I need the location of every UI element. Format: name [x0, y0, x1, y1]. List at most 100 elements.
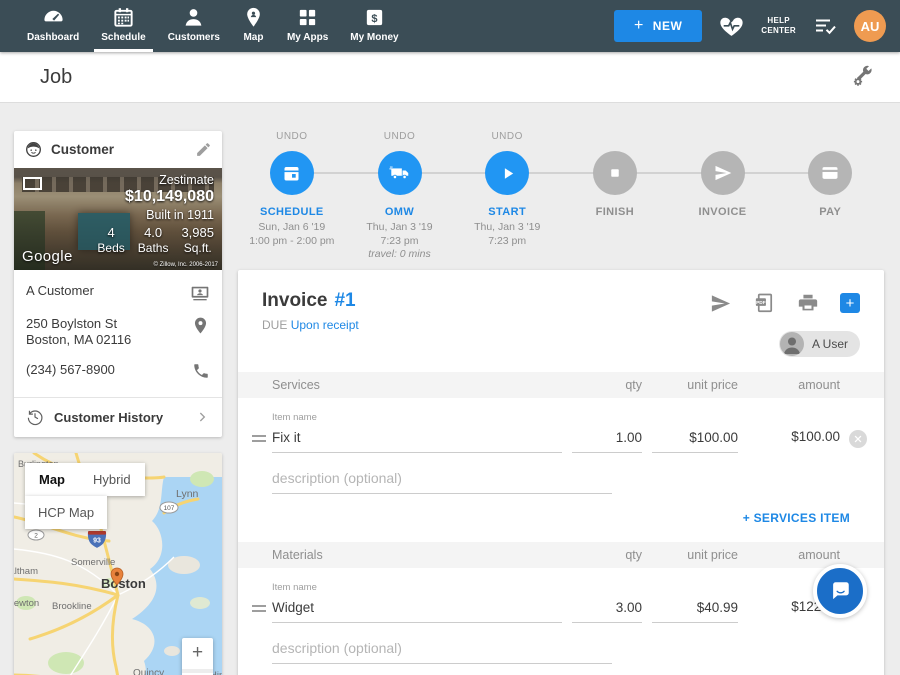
customer-history-row[interactable]: Customer History: [14, 397, 222, 437]
service-amount: $100.00: [748, 429, 840, 453]
timeline-step-pay: PAY: [776, 131, 884, 262]
remove-service-item-button[interactable]: [849, 430, 867, 448]
content-area: Customer Zestimate $10,149,080 Built in …: [0, 103, 900, 675]
step-time: 7:23 pm: [453, 235, 561, 249]
main-column: UNDO SCHEDULE Sun, Jan 6 '191:00 pm - 2:…: [238, 131, 884, 675]
nav-item-label: Schedule: [101, 32, 145, 43]
send-invoice-icon[interactable]: [709, 292, 732, 315]
hcp-map-button[interactable]: HCP Map: [25, 496, 107, 529]
add-invoice-button[interactable]: +: [840, 293, 860, 313]
undo-schedule-button[interactable]: UNDO: [238, 131, 346, 145]
nav-item-map[interactable]: Map: [231, 0, 276, 52]
location-pin-icon[interactable]: [191, 316, 210, 335]
nav-actions: +NEW HELP CENTER AU: [614, 0, 886, 52]
due-terms-link[interactable]: Upon receipt: [291, 318, 359, 332]
undo-start-button[interactable]: UNDO: [453, 131, 561, 145]
customer-card-header: Customer: [14, 131, 222, 168]
amount-column-header: amount: [748, 548, 840, 562]
nav-item-label: My Money: [350, 32, 398, 43]
drag-handle-icon[interactable]: [252, 605, 266, 612]
map-widget[interactable]: 2 93 107 Burlington Lynn Somerville Walt…: [14, 453, 222, 675]
item-name-label: Item name: [272, 582, 562, 593]
materials-description-row: [238, 623, 884, 664]
pdf-icon[interactable]: PDF: [753, 292, 776, 315]
add-services-item-link[interactable]: + SERVICES ITEM: [743, 511, 850, 525]
service-qty-input[interactable]: [572, 430, 642, 453]
material-unit-price-input[interactable]: [652, 600, 738, 623]
invoice-title: Invoice: [262, 290, 327, 312]
route-2-shield: 2: [28, 530, 44, 540]
nav-item-schedule[interactable]: Schedule: [90, 0, 156, 52]
zoom-out-button[interactable]: −: [182, 669, 213, 675]
service-description-input[interactable]: [272, 470, 612, 494]
customer-address-row: 250 Boylston St Boston, MA 02116: [26, 316, 210, 349]
sqft-label: Sq.ft.: [181, 241, 214, 255]
schedule-step-button[interactable]: [270, 151, 314, 195]
amount-column-header: amount: [748, 378, 840, 392]
nav-item-customers[interactable]: Customers: [157, 0, 231, 52]
edit-pencil-icon[interactable]: [195, 141, 212, 158]
chat-bubble-button[interactable]: [813, 564, 867, 618]
step-label: SCHEDULE: [238, 206, 346, 218]
truck-icon: [389, 162, 411, 184]
omw-step-button[interactable]: [378, 151, 422, 195]
customer-history-label: Customer History: [54, 410, 184, 425]
label-quincy: Quincy: [133, 668, 164, 675]
print-icon[interactable]: [797, 292, 819, 314]
property-photo[interactable]: Zestimate $10,149,080 Built in 1911 4Bed…: [14, 168, 222, 270]
checklist-icon[interactable]: [813, 14, 837, 38]
label-brookline: Brookline: [52, 601, 92, 612]
credit-card-icon-button[interactable]: [808, 151, 852, 195]
invoice-step-button[interactable]: [701, 151, 745, 195]
nav-item-my-money[interactable]: $ My Money: [339, 0, 409, 52]
google-watermark: Google: [22, 248, 73, 265]
built-year: Built in 1911: [97, 208, 214, 222]
services-description-row: [238, 453, 884, 494]
expand-photo-icon[interactable]: [23, 177, 42, 190]
start-step-button[interactable]: [485, 151, 529, 195]
material-description-input[interactable]: [272, 640, 612, 664]
service-unit-price-input[interactable]: [652, 430, 738, 453]
help-line1: HELP: [761, 16, 796, 26]
zoom-in-button[interactable]: +: [182, 638, 213, 669]
calendar-icon: [281, 163, 302, 184]
label-somerville: Somerville: [71, 557, 115, 568]
sqft-value: 3,985: [181, 225, 214, 240]
drag-handle-icon[interactable]: [252, 435, 266, 442]
credit-card-icon: [820, 163, 840, 183]
nav-item-dashboard[interactable]: Dashboard: [16, 0, 90, 52]
map-pin-icon: [242, 6, 265, 29]
step-time: 1:00 pm - 2:00 pm: [238, 235, 346, 249]
schedule-icon: [112, 6, 135, 29]
map-type-hybrid-button[interactable]: Hybrid: [79, 463, 145, 496]
service-item-name-input[interactable]: [272, 430, 562, 453]
nav-item-label: Dashboard: [27, 32, 79, 43]
invoice-header: Invoice #1 DUE Upon receipt PDF + A User: [238, 270, 884, 372]
phone-icon[interactable]: [192, 362, 210, 380]
material-item-name-input[interactable]: [272, 600, 562, 623]
map-type-map-button[interactable]: Map: [25, 463, 79, 496]
finish-step-button[interactable]: [593, 151, 637, 195]
health-heart-icon[interactable]: [719, 14, 744, 39]
nav-item-my-apps[interactable]: My Apps: [276, 0, 339, 52]
customer-info: A Customer 250 Boylston St Boston, MA 02…: [14, 270, 222, 397]
timeline-step-schedule: UNDO SCHEDULE Sun, Jan 6 '191:00 pm - 2:…: [238, 131, 346, 262]
qty-column-header: qty: [572, 548, 642, 562]
assignee-chip[interactable]: A User: [779, 331, 860, 357]
job-settings-tools-icon[interactable]: [850, 65, 874, 89]
help-center-link[interactable]: HELP CENTER: [761, 16, 796, 37]
play-icon: [497, 163, 518, 184]
customer-phone-row: (234) 567-8900: [26, 362, 210, 380]
user-avatar[interactable]: AU: [854, 10, 886, 42]
new-button[interactable]: +NEW: [614, 10, 702, 42]
step-label: PAY: [776, 206, 884, 218]
undo-omw-button[interactable]: UNDO: [346, 131, 454, 145]
contact-card-icon[interactable]: [190, 283, 210, 303]
plus-icon: +: [634, 17, 644, 35]
baths-value: 4.0: [138, 225, 169, 240]
customer-face-icon: [24, 140, 43, 159]
step-label: INVOICE: [669, 206, 777, 218]
property-stats: 4Beds 4.0Baths 3,985Sq.ft.: [97, 225, 214, 255]
timeline-step-finish: FINISH: [561, 131, 669, 262]
material-qty-input[interactable]: [572, 600, 642, 623]
